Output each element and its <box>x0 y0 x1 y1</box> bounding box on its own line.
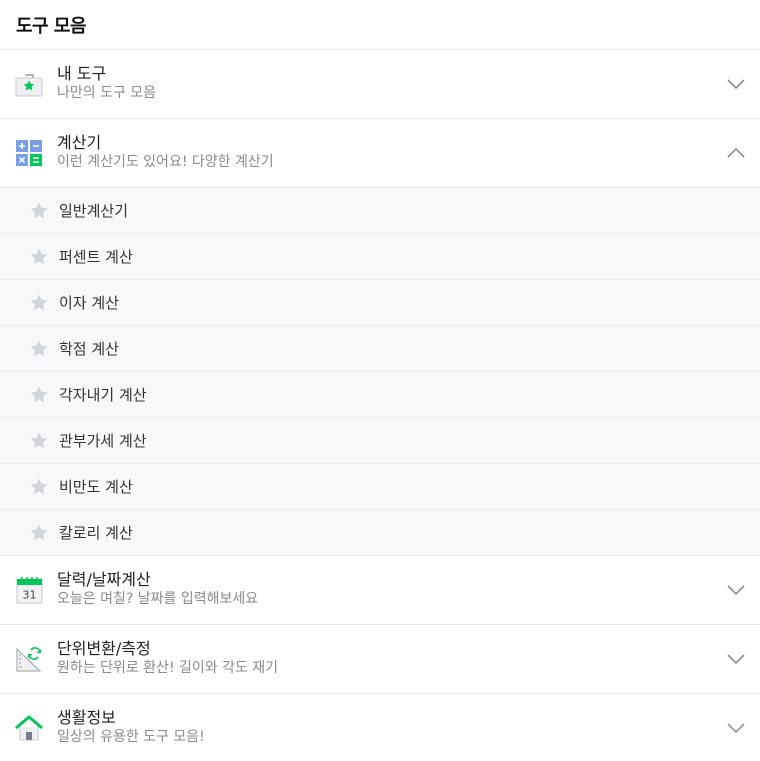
page-title: 도구 모음 <box>16 15 87 37</box>
calculator-item[interactable]: 퍼센트 계산 <box>0 234 760 280</box>
star-icon[interactable] <box>29 339 49 359</box>
calculator-item-label: 관부가세 계산 <box>59 432 147 450</box>
section-title: 내 도구 <box>57 64 107 83</box>
calculator-icon <box>14 138 44 168</box>
star-icon[interactable] <box>29 385 49 405</box>
calendar-day-number: 31 <box>23 589 37 602</box>
calculator-item[interactable]: 각자내기 계산 <box>0 372 760 418</box>
section-description: 오늘은 며칠? 날짜를 입력해보세요 <box>57 591 259 607</box>
calculator-item-label: 일반계산기 <box>59 202 129 220</box>
page-header: 도구 모음 <box>0 0 760 50</box>
section-title: 단위변환/측정 <box>57 639 151 658</box>
calculator-item-label: 학점 계산 <box>59 340 119 358</box>
chevron-down-icon[interactable] <box>726 722 746 734</box>
home-icon <box>14 713 44 743</box>
calculator-item-label: 퍼센트 계산 <box>59 248 133 266</box>
calculator-item-label: 이자 계산 <box>59 294 119 312</box>
section-title: 달력/날짜계산 <box>57 570 151 589</box>
section-life-info[interactable]: 생활정보 일상의 유용한 도구 모음! <box>0 694 760 761</box>
unit-convert-icon <box>14 644 44 674</box>
section-description: 원하는 단위로 환산! 길이와 각도 재기 <box>57 660 279 676</box>
chevron-down-icon[interactable] <box>726 653 746 665</box>
star-icon[interactable] <box>29 247 49 267</box>
section-my-tools[interactable]: 내 도구 나만의 도구 모음 <box>0 50 760 119</box>
my-tools-icon <box>14 69 44 99</box>
section-title: 계산기 <box>57 133 102 152</box>
chevron-down-icon[interactable] <box>726 78 746 90</box>
star-icon[interactable] <box>29 477 49 497</box>
calculator-item-label: 각자내기 계산 <box>59 386 147 404</box>
calendar-icon: 31 <box>14 575 44 605</box>
section-unit-conversion[interactable]: 단위변환/측정 원하는 단위로 환산! 길이와 각도 재기 <box>0 625 760 694</box>
chevron-up-icon[interactable] <box>726 147 746 159</box>
calculator-item[interactable]: 학점 계산 <box>0 326 760 372</box>
star-icon[interactable] <box>29 431 49 451</box>
chevron-down-icon[interactable] <box>726 584 746 596</box>
section-calculator[interactable]: 계산기 이런 계산기도 있어요! 다양한 계산기 <box>0 119 760 188</box>
section-description: 이런 계산기도 있어요! 다양한 계산기 <box>57 154 274 170</box>
calculator-list: 일반계산기 퍼센트 계산 이자 계산 학점 계산 각자내기 계산 관부가세 계산… <box>0 188 760 556</box>
calculator-item[interactable]: 칼로리 계산 <box>0 510 760 556</box>
calculator-item[interactable]: 비만도 계산 <box>0 464 760 510</box>
calculator-item[interactable]: 일반계산기 <box>0 188 760 234</box>
tools-page: 도구 모음 내 도구 나만의 도구 모음 계산기 이런 계산기도 있어요! 다양… <box>0 0 760 761</box>
section-title: 생활정보 <box>57 708 116 727</box>
section-description: 일상의 유용한 도구 모음! <box>57 729 205 745</box>
section-description: 나만의 도구 모음 <box>57 85 157 101</box>
calculator-item-label: 칼로리 계산 <box>59 524 133 542</box>
calculator-item[interactable]: 이자 계산 <box>0 280 760 326</box>
star-icon[interactable] <box>29 293 49 313</box>
section-calendar[interactable]: 31 달력/날짜계산 오늘은 며칠? 날짜를 입력해보세요 <box>0 556 760 625</box>
star-icon[interactable] <box>29 523 49 543</box>
star-icon[interactable] <box>29 201 49 221</box>
calculator-item-label: 비만도 계산 <box>59 478 133 496</box>
calculator-item[interactable]: 관부가세 계산 <box>0 418 760 464</box>
